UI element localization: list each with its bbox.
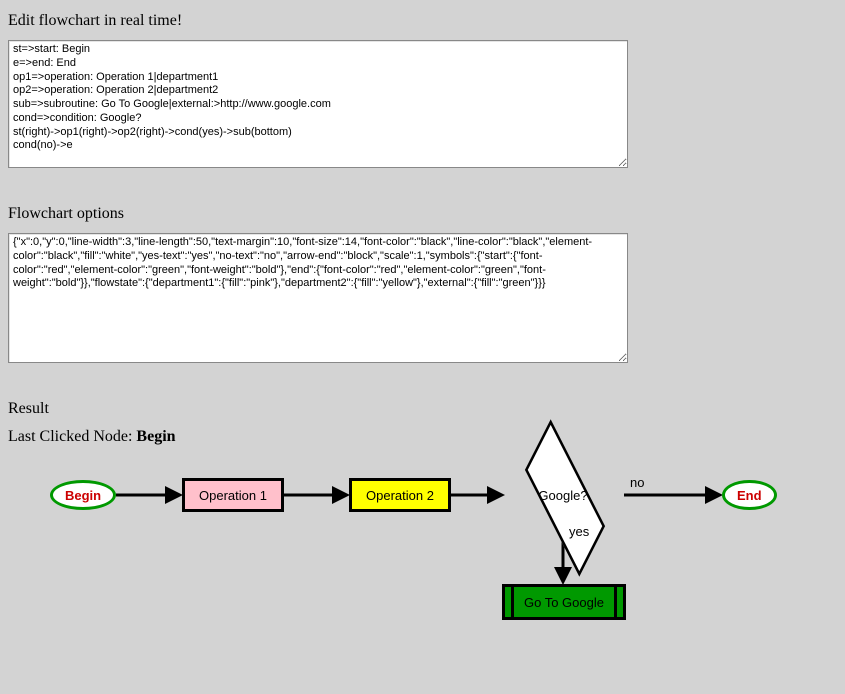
condition-node[interactable]: Google? [508, 471, 618, 519]
result-heading: Result [8, 400, 837, 418]
last-clicked-prefix: Last Clicked Node: [8, 428, 136, 445]
options-heading: Flowchart options [8, 205, 837, 223]
start-node[interactable]: Begin [50, 480, 116, 510]
flowchart-options-textarea[interactable] [8, 233, 628, 363]
edge-label-no: no [630, 475, 644, 490]
last-clicked-value: Begin [136, 428, 175, 445]
flowchart-source-textarea[interactable] [8, 40, 628, 168]
last-clicked-node: Last Clicked Node: Begin [8, 428, 837, 446]
flowchart-canvas: Begin Operation 1 Operation 2 Google? En… [8, 464, 837, 624]
edit-heading: Edit flowchart in real time! [8, 12, 837, 30]
end-node[interactable]: End [722, 480, 777, 510]
operation-1-node[interactable]: Operation 1 [182, 478, 284, 512]
subroutine-label: Go To Google [511, 587, 617, 617]
operation-2-node[interactable]: Operation 2 [349, 478, 451, 512]
edge-label-yes: yes [569, 524, 589, 539]
subroutine-node[interactable]: Go To Google [502, 584, 626, 620]
